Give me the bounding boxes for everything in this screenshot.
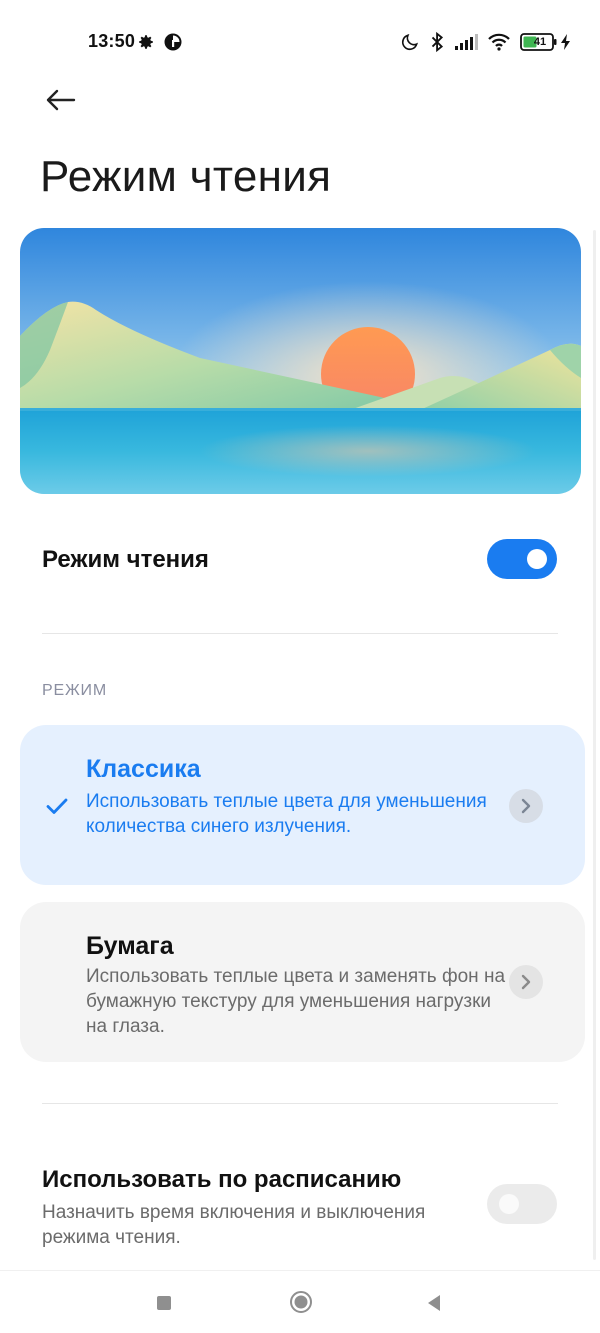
- arrow-left-icon: [44, 88, 76, 112]
- chevron-right-icon: [509, 789, 543, 823]
- battery-level: 41: [533, 36, 547, 48]
- reading-mode-label: Режим чтения: [42, 546, 209, 573]
- status-time: 13:50: [88, 31, 136, 51]
- home-circle-icon[interactable]: [284, 1285, 318, 1319]
- app-status-icon: [163, 30, 183, 54]
- schedule-subtitle: Назначить время включения и выключения р…: [42, 1202, 426, 1248]
- chevron-right-icon: [509, 965, 543, 999]
- back-button[interactable]: [36, 80, 84, 120]
- divider: [42, 1103, 558, 1104]
- moon-icon: [400, 30, 420, 54]
- recents-square-icon[interactable]: [148, 1287, 180, 1319]
- mode-card-title: Бумага: [86, 932, 174, 960]
- mode-card-paper[interactable]: Бумага Использовать теплые цвета и замен…: [20, 902, 585, 1062]
- divider: [42, 633, 558, 634]
- back-triangle-icon[interactable]: [418, 1287, 450, 1319]
- checkmark-icon: [44, 793, 70, 819]
- charging-icon: [560, 30, 572, 54]
- reading-mode-screen: 13:50 41 Режим чтения Режим чтения РЕЖИМ…: [0, 0, 600, 1333]
- navigation-bar: [0, 1270, 600, 1333]
- section-label-mode: РЕЖИМ: [42, 682, 107, 699]
- status-bar: 13:50 41: [0, 0, 600, 84]
- mode-card-title: Классика: [86, 755, 201, 783]
- bluetooth-icon: [429, 30, 447, 54]
- hero-illustration: [20, 228, 581, 494]
- schedule-toggle[interactable]: [487, 1184, 557, 1224]
- schedule-title: Использовать по расписанию: [42, 1166, 402, 1193]
- toggle-knob: [499, 1194, 519, 1214]
- gear-icon: [137, 30, 155, 54]
- mode-card-classic[interactable]: Классика Использовать теплые цвета для у…: [20, 725, 585, 885]
- wifi-icon: [487, 30, 511, 54]
- page-title: Режим чтения: [40, 152, 332, 201]
- signal-icon: [454, 30, 480, 54]
- toggle-knob: [527, 549, 547, 569]
- reading-mode-toggle[interactable]: [487, 539, 557, 579]
- scrollbar[interactable]: [593, 230, 596, 1260]
- mode-card-description: Использовать теплые цвета и заменять фон…: [86, 966, 506, 1037]
- mode-card-description: Использовать теплые цвета для уменьшения…: [86, 791, 487, 837]
